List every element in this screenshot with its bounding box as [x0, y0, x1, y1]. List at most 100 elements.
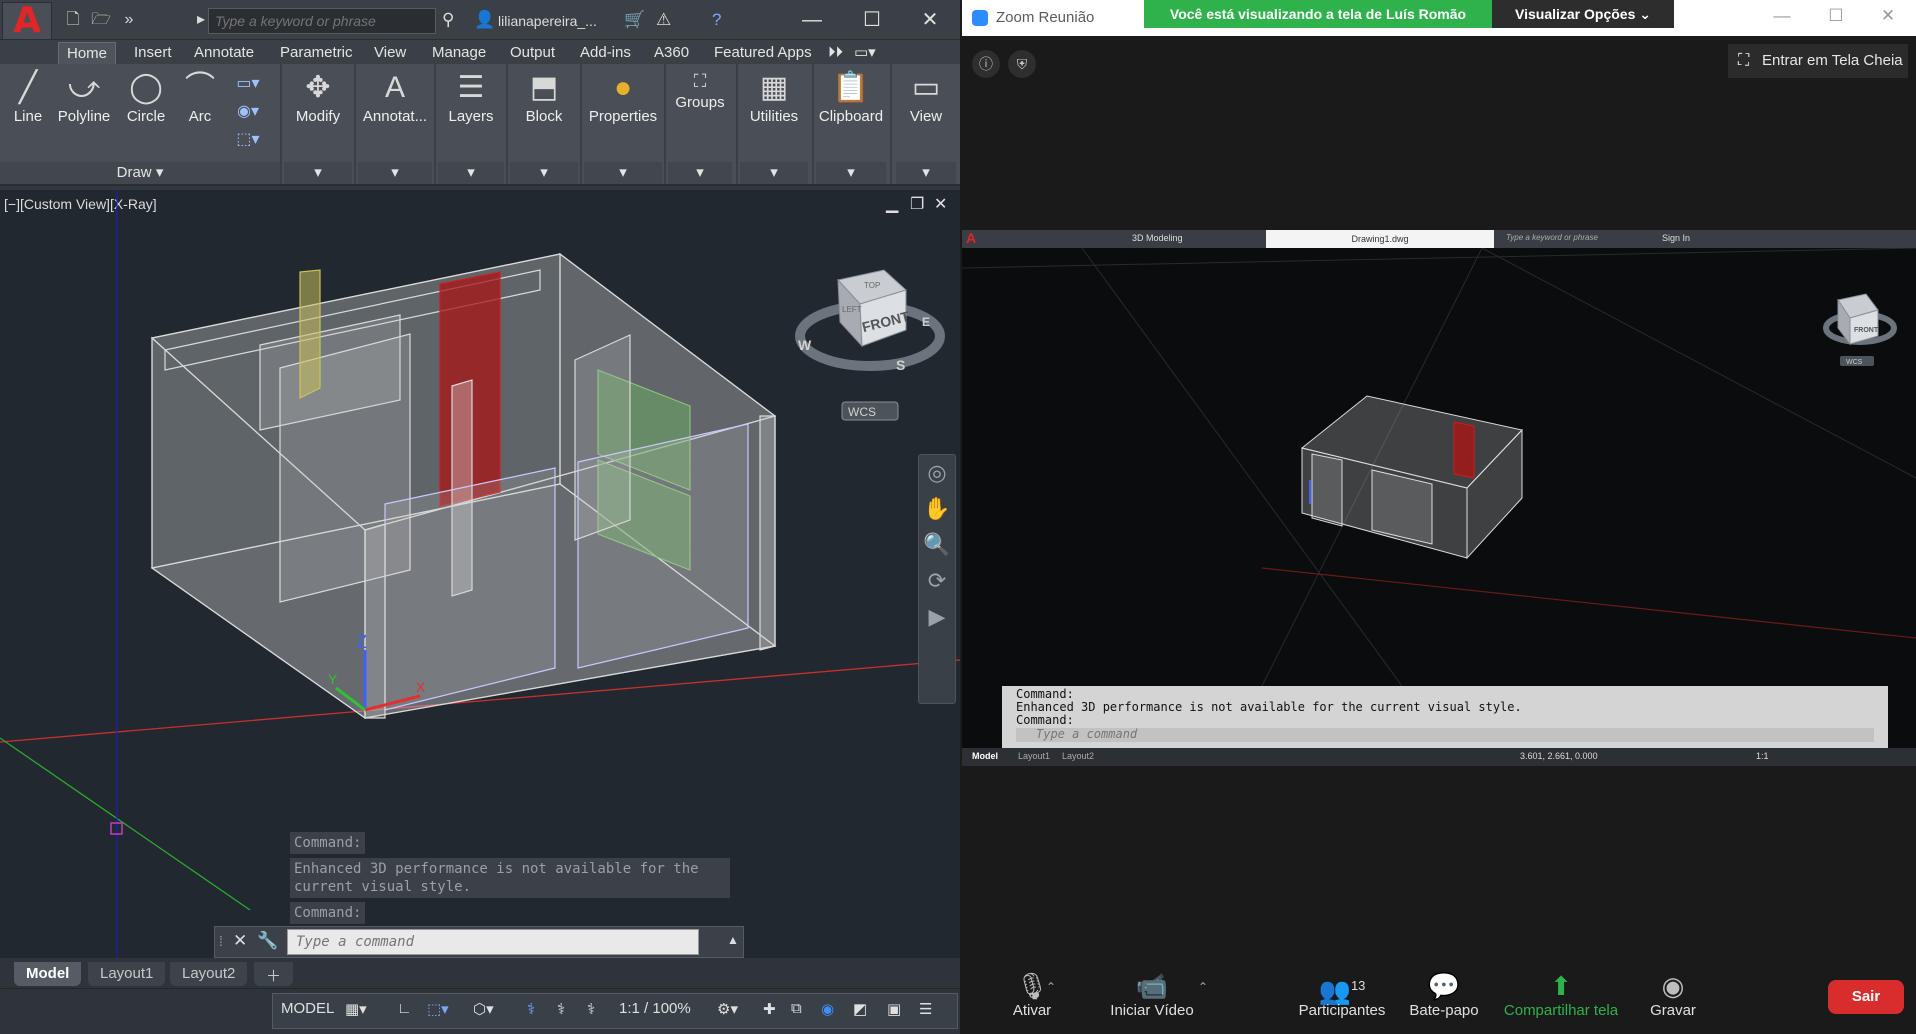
- start-video-button[interactable]: 📹 Iniciar Vídeo: [1092, 970, 1212, 1019]
- tab-view[interactable]: View: [366, 42, 414, 64]
- tab-home[interactable]: Home: [58, 42, 117, 64]
- pan-icon[interactable]: ✋: [919, 491, 955, 527]
- audio-options-chevron-icon[interactable]: ⌃: [1046, 980, 1056, 994]
- polyline-tool[interactable]: ⤻ Polyline: [52, 68, 116, 125]
- viewcube-top-face[interactable]: TOP: [864, 281, 880, 290]
- maximize-button[interactable]: ☐: [852, 6, 892, 34]
- tab-manage[interactable]: Manage: [424, 42, 494, 64]
- customize-wrench-icon[interactable]: 🔧: [257, 931, 278, 951]
- modify-expand[interactable]: ▾: [284, 162, 352, 184]
- more-tools-icon[interactable]: »: [116, 8, 142, 32]
- utilities-panel-button[interactable]: ▦ Utilities: [740, 68, 808, 125]
- tab-annotate[interactable]: Annotate: [186, 42, 262, 64]
- steering-wheel-icon[interactable]: ◎: [919, 455, 955, 491]
- tab-parametric[interactable]: Parametric: [272, 42, 361, 64]
- participants-button[interactable]: 👥13 Participantes: [1292, 970, 1392, 1019]
- isodraft-icon[interactable]: ⬡▾: [473, 1000, 494, 1018]
- command-input-box[interactable]: [287, 929, 699, 955]
- application-menu-button[interactable]: A: [2, 2, 52, 40]
- security-shield-icon[interactable]: ⛨: [1008, 50, 1036, 78]
- unmute-button[interactable]: 🎙 Ativar: [992, 970, 1072, 1019]
- tab-output[interactable]: Output: [502, 42, 563, 64]
- search-input[interactable]: [215, 13, 429, 29]
- grip-icon[interactable]: ⁞: [219, 933, 223, 949]
- tab-a360[interactable]: A360: [646, 42, 697, 64]
- layers-panel-button[interactable]: ☰ Layers: [438, 68, 504, 125]
- isolate-objects-icon[interactable]: ◩: [853, 1000, 867, 1018]
- viewcube[interactable]: FRONT TOP LEFT W S E WCS: [795, 269, 945, 421]
- zoom-icon[interactable]: 🔍: [919, 527, 955, 563]
- tab-insert[interactable]: Insert: [126, 42, 180, 64]
- arc-tool[interactable]: ⌒ Arc: [178, 68, 222, 125]
- video-options-chevron-icon[interactable]: ⌃: [1198, 980, 1208, 994]
- minimize-button[interactable]: —: [792, 6, 832, 34]
- share-screen-button[interactable]: ⬆ Compartilhar tela: [1496, 970, 1626, 1019]
- groups-panel-button[interactable]: ⛶ Groups: [668, 68, 732, 111]
- tab-add-ins[interactable]: Add-ins: [572, 42, 639, 64]
- close-icon[interactable]: ✕: [233, 931, 247, 951]
- clipboard-panel-button[interactable]: 📋 Clipboard: [816, 68, 886, 125]
- clipboard-expand[interactable]: ▾: [816, 162, 886, 184]
- add-layout-icon[interactable]: ＋: [254, 962, 294, 986]
- tab-layout2[interactable]: Layout2: [170, 962, 248, 986]
- annotation-panel-button[interactable]: A Annotat...: [358, 68, 432, 125]
- annotation-monitor-icon[interactable]: ✚: [763, 1000, 776, 1018]
- command-input[interactable]: [288, 930, 698, 954]
- grid-icon[interactable]: ▦▾: [345, 1000, 367, 1018]
- ucs-menu-label[interactable]: WCS: [848, 405, 876, 419]
- line-tool[interactable]: ╱ Line: [8, 68, 48, 125]
- close-button[interactable]: ✕: [910, 6, 950, 34]
- zoom-close-button[interactable]: ✕: [1868, 6, 1908, 30]
- open-folder-icon[interactable]: 🗁: [88, 8, 114, 32]
- user-icon[interactable]: 👤: [474, 10, 495, 30]
- snap-icon[interactable]: ∟: [397, 1000, 412, 1017]
- tab-model[interactable]: Model: [14, 962, 82, 986]
- annotation-expand[interactable]: ▾: [358, 162, 432, 184]
- layers-expand[interactable]: ▾: [438, 162, 504, 184]
- properties-expand[interactable]: ▾: [584, 162, 662, 184]
- leave-meeting-button[interactable]: Sair: [1828, 980, 1904, 1014]
- properties-panel-button[interactable]: ● Properties: [584, 68, 662, 125]
- draw-panel-title[interactable]: Draw ▾: [0, 162, 280, 184]
- annotation-scale-icon[interactable]: ⚕: [587, 1000, 595, 1018]
- shared-viewcube[interactable]: FRONT WCS: [1823, 293, 1897, 366]
- shared-screen[interactable]: A 3D Modeling Drawing1.dwg Type a keywor…: [962, 230, 1916, 766]
- units-icon[interactable]: ⧉: [791, 1000, 802, 1017]
- quick-properties-icon[interactable]: ◉: [821, 1000, 834, 1018]
- tab-featured-apps[interactable]: Featured Apps: [706, 42, 820, 64]
- draw-extra-tools[interactable]: ▭▾ ◉▾ ⬚▾: [228, 70, 268, 154]
- groups-expand[interactable]: ▾: [668, 162, 732, 184]
- help-icon[interactable]: ?: [712, 10, 721, 30]
- chat-button[interactable]: 💬 Bate-papo: [1404, 970, 1484, 1019]
- ribbon-minimize-icon[interactable]: ▭▾: [846, 42, 884, 64]
- new-file-icon[interactable]: 🗋: [60, 8, 86, 32]
- workspace-gear-icon[interactable]: ⚙▾: [717, 1000, 738, 1018]
- annotation-visibility-icon[interactable]: ⚕: [527, 1000, 535, 1018]
- history-toggle-icon[interactable]: ▲: [727, 933, 739, 947]
- utilities-expand[interactable]: ▾: [740, 162, 808, 184]
- meeting-info-icon[interactable]: ⓘ: [972, 50, 1000, 78]
- enter-fullscreen-button[interactable]: ⛶ Entrar em Tela Cheia: [1728, 44, 1908, 78]
- exchange-icon[interactable]: ⚠: [656, 10, 671, 30]
- view-options-button[interactable]: Visualizar Opções ⌄: [1492, 0, 1674, 28]
- zoom-maximize-button[interactable]: ☐: [1816, 6, 1856, 30]
- zoom-minimize-button[interactable]: —: [1762, 6, 1802, 30]
- tab-layout1[interactable]: Layout1: [88, 962, 166, 986]
- search-box[interactable]: [208, 8, 436, 34]
- binoculars-icon[interactable]: ⚲: [442, 10, 454, 30]
- compass-south[interactable]: S: [896, 357, 905, 373]
- view-expand[interactable]: ▾: [896, 162, 956, 184]
- compass-east[interactable]: E: [922, 315, 930, 329]
- user-name[interactable]: lilianapereira_...: [498, 13, 597, 29]
- model-space-button[interactable]: MODEL: [281, 1000, 334, 1017]
- view-panel-button[interactable]: ▭ View: [896, 68, 956, 125]
- search-expand-icon[interactable]: ▸: [194, 8, 208, 32]
- block-panel-button[interactable]: ⬒ Block: [510, 68, 578, 125]
- record-button[interactable]: ◉ Gravar: [1638, 970, 1708, 1019]
- modify-panel-button[interactable]: ✥ Modify: [284, 68, 352, 125]
- clean-screen-icon[interactable]: ▣: [887, 1000, 901, 1018]
- showmotion-icon[interactable]: ▶: [919, 599, 955, 635]
- cart-icon[interactable]: 🛒: [624, 10, 645, 30]
- customization-menu-icon[interactable]: ☰: [919, 1000, 932, 1018]
- orbit-icon[interactable]: ⟳: [919, 563, 955, 599]
